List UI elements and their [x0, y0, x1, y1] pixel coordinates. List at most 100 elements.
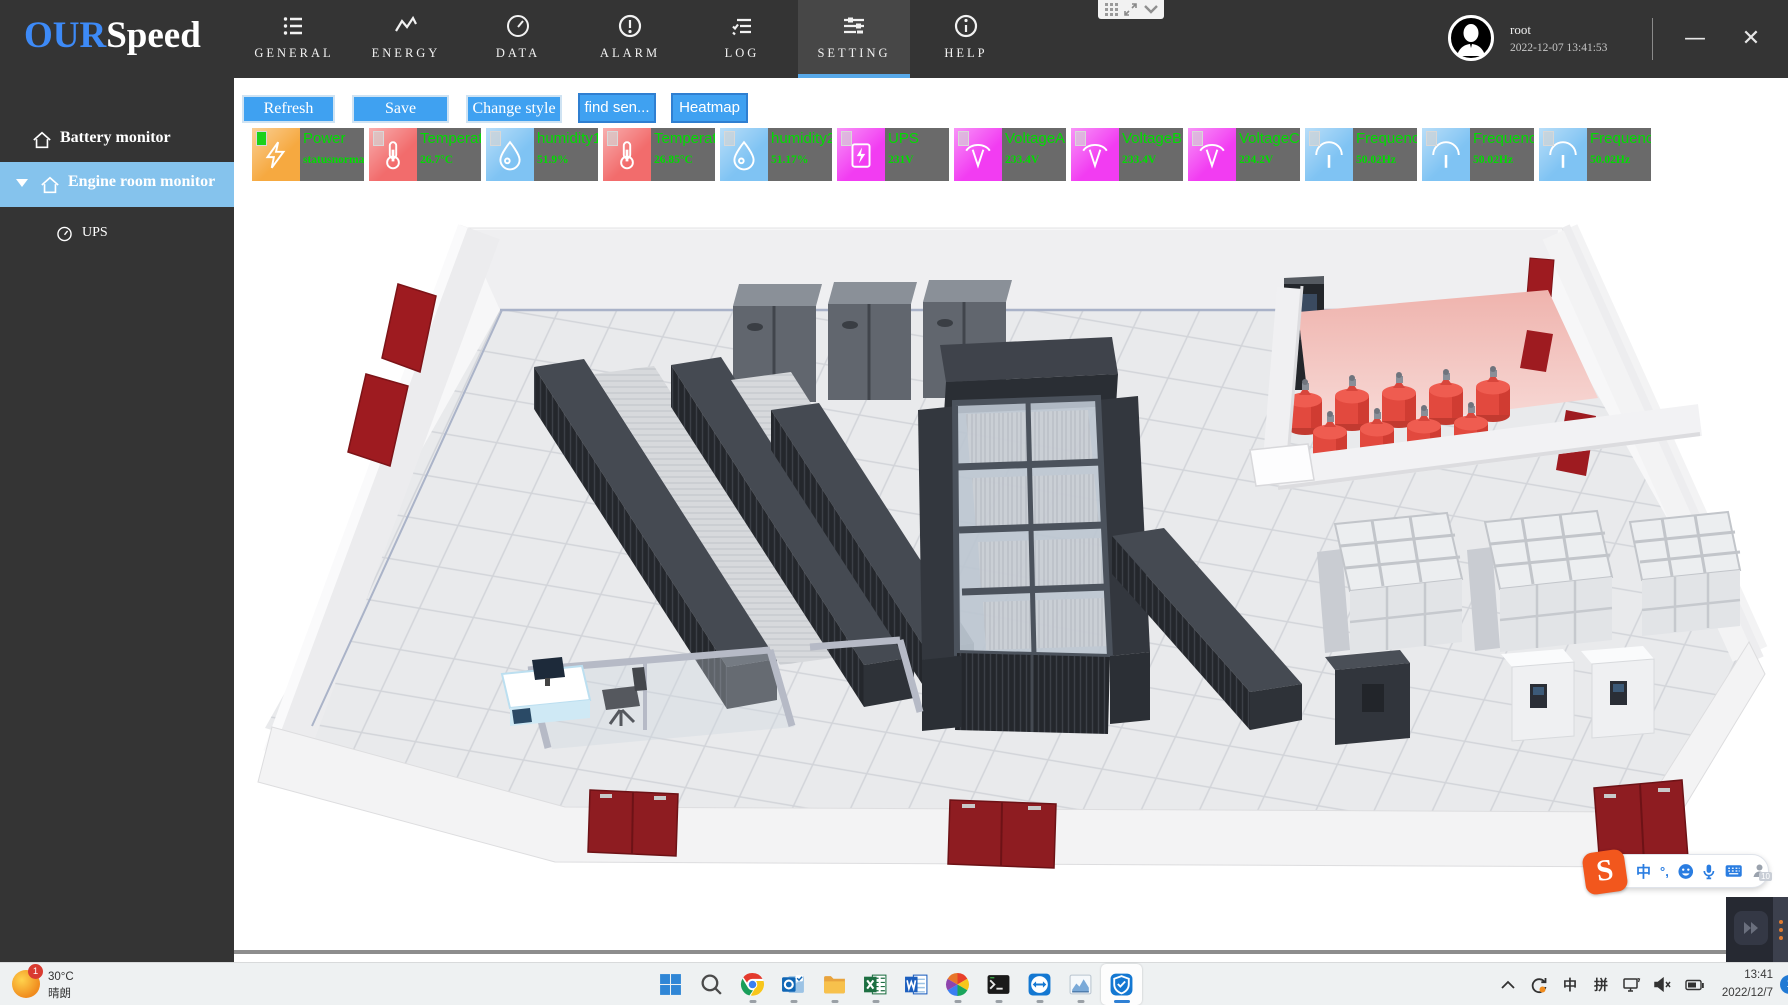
tab-label: ENERGY — [372, 46, 441, 61]
sensor-name: UPS — [888, 130, 949, 147]
widget-dots-strip[interactable] — [1773, 897, 1788, 962]
tab-label: LOG — [725, 46, 760, 61]
change-style-button[interactable]: Change style — [466, 95, 562, 123]
close-button[interactable]: ✕ — [1728, 0, 1774, 78]
chrome-app-icon[interactable] — [732, 964, 773, 1005]
file-explorer-app-icon[interactable] — [814, 964, 855, 1005]
sensor-tile-temperature[interactable]: Temperature 26.85°C — [603, 128, 715, 181]
weather-badge: 1 — [28, 964, 43, 979]
sensor-checkbox[interactable] — [373, 131, 384, 146]
sensor-value: 51.17% — [771, 154, 832, 166]
sensor-icon — [1071, 128, 1119, 181]
tab-help[interactable]: HELP — [910, 0, 1022, 78]
sensor-icon — [720, 128, 768, 181]
sensor-name: VoltageB — [1122, 130, 1183, 147]
sidebar-item-label: Battery monitor — [60, 129, 171, 147]
tray-clock[interactable]: 13:41 2022/12/7 — [1713, 967, 1773, 1002]
tab-data[interactable]: DATA — [462, 0, 574, 78]
sensor-value: 51.9% — [537, 154, 598, 166]
sidebar-item-engine-room-monitor[interactable]: Engine room monitor — [0, 162, 234, 207]
tab-energy[interactable]: ENERGY — [350, 0, 462, 78]
ups-cabinet-dark — [1325, 650, 1410, 745]
browser-overlay-widget[interactable] — [1098, 0, 1164, 19]
sidebar-item-battery-monitor[interactable]: Battery monitor — [0, 120, 234, 160]
sensor-tile-ups[interactable]: UPS 231V — [837, 128, 949, 181]
sensor-checkbox[interactable] — [724, 131, 735, 146]
ime-cn-icon[interactable]: 中 — [1636, 861, 1651, 882]
colorwheel-app-icon[interactable] — [937, 964, 978, 1005]
microphone-icon[interactable] — [1702, 863, 1716, 880]
app-topbar: OURSpeed GENERAL ENERGY DATA ALARM LOG — [0, 0, 1788, 78]
room-3d-view[interactable] — [250, 222, 1770, 872]
sensor-tile-humidity[interactable]: humidity2 51.17% — [720, 128, 832, 181]
sensor-value: 233.4V — [1122, 154, 1183, 166]
sensor-checkbox[interactable] — [1192, 131, 1203, 146]
tab-log[interactable]: LOG — [686, 0, 798, 78]
sensor-tile-power[interactable]: Power statusnormal — [252, 128, 364, 181]
sogou-logo-icon[interactable]: S — [1581, 848, 1628, 895]
windows-start-button[interactable] — [650, 964, 691, 1005]
sensor-checkbox[interactable] — [490, 131, 501, 146]
search-button[interactable] — [691, 964, 732, 1005]
tray-display-icon[interactable] — [1620, 973, 1644, 997]
excel-app-icon[interactable] — [855, 964, 896, 1005]
info-circle-icon — [953, 13, 979, 39]
floating-corner-widget[interactable] — [1726, 897, 1788, 962]
tray-speaker-muted-icon[interactable] — [1651, 973, 1675, 997]
keyboard-icon[interactable] — [1725, 864, 1742, 878]
content-bottom-scrollbar[interactable] — [234, 950, 1788, 954]
emoji-icon[interactable] — [1678, 863, 1694, 880]
tray-sync-icon[interactable] — [1527, 973, 1551, 997]
sensor-checkbox[interactable] — [958, 131, 969, 146]
sensor-checkbox[interactable] — [1426, 131, 1437, 146]
notification-badge[interactable]: 1 — [1780, 975, 1788, 994]
sensor-icon — [954, 128, 1002, 181]
caret-down-icon — [16, 179, 28, 187]
tab-general[interactable]: GENERAL — [238, 0, 350, 78]
sensor-checkbox[interactable] — [1075, 131, 1086, 146]
sensor-tile-humidity[interactable]: humidity1 51.9% — [486, 128, 598, 181]
find-sensor-button[interactable]: find sen... — [578, 93, 656, 123]
person-badge-icon[interactable]: 10 — [1752, 863, 1768, 880]
weather-widget[interactable]: 1 30°C 晴朗 — [12, 966, 74, 1002]
tab-setting[interactable]: SETTING — [798, 0, 910, 78]
teamviewer-app-icon[interactable] — [1019, 964, 1060, 1005]
tray-battery-icon[interactable] — [1682, 973, 1706, 997]
sensor-tile-voltage[interactable]: VoltageB 233.4V — [1071, 128, 1183, 181]
tab-alarm[interactable]: ALARM — [574, 0, 686, 78]
battery-rack-cluster — [1467, 511, 1612, 652]
person-icon — [1451, 18, 1491, 58]
word-app-icon[interactable] — [896, 964, 937, 1005]
tray-ime-mode[interactable]: 拼 — [1589, 973, 1613, 997]
punctuation-icon[interactable]: °, — [1660, 864, 1669, 879]
heatmap-button[interactable]: Heatmap — [671, 93, 748, 123]
sidebar-item-ups[interactable]: UPS — [0, 216, 234, 252]
minimize-button[interactable]: — — [1672, 0, 1718, 78]
chart-preview-app-icon[interactable] — [1060, 964, 1101, 1005]
sensor-icon — [369, 128, 417, 181]
tray-ime-lang[interactable]: 中 — [1558, 973, 1582, 997]
security-agent-app-icon[interactable] — [1101, 964, 1142, 1005]
sensor-tile-frequency[interactable]: Frequency 50.02Hz — [1305, 128, 1417, 181]
logo-suffix: Speed — [106, 15, 201, 56]
terminal-app-icon[interactable] — [978, 964, 1019, 1005]
sensor-tile-temperature[interactable]: Temperature 26.7°C — [369, 128, 481, 181]
sensor-tile-voltage[interactable]: VoltageC 234.2V — [1188, 128, 1300, 181]
outlook-app-icon[interactable] — [773, 964, 814, 1005]
sensor-checkbox[interactable] — [256, 131, 267, 146]
sensor-tile-frequency[interactable]: Frequency 50.02Hz — [1539, 128, 1651, 181]
sensor-tile-voltage[interactable]: VoltageA 233.4V — [954, 128, 1066, 181]
sensor-value: 26.85°C — [654, 154, 715, 166]
sensor-checkbox[interactable] — [1543, 131, 1554, 146]
tray-chevron-up-icon[interactable] — [1496, 973, 1520, 997]
sensor-checkbox[interactable] — [607, 131, 618, 146]
refresh-button[interactable]: Refresh — [242, 95, 335, 123]
sensor-checkbox[interactable] — [1309, 131, 1320, 146]
save-button[interactable]: Save — [352, 95, 449, 123]
sogou-ime-toolbar[interactable]: S 中 °, 10 — [1597, 854, 1769, 888]
desktop: OURSpeed GENERAL ENERGY DATA ALARM LOG — [0, 0, 1788, 1005]
sensor-checkbox[interactable] — [841, 131, 852, 146]
gauge-icon — [56, 226, 73, 243]
sensor-tile-frequency[interactable]: Frequency 50.02Hz — [1422, 128, 1534, 181]
user-name: root — [1510, 22, 1531, 38]
